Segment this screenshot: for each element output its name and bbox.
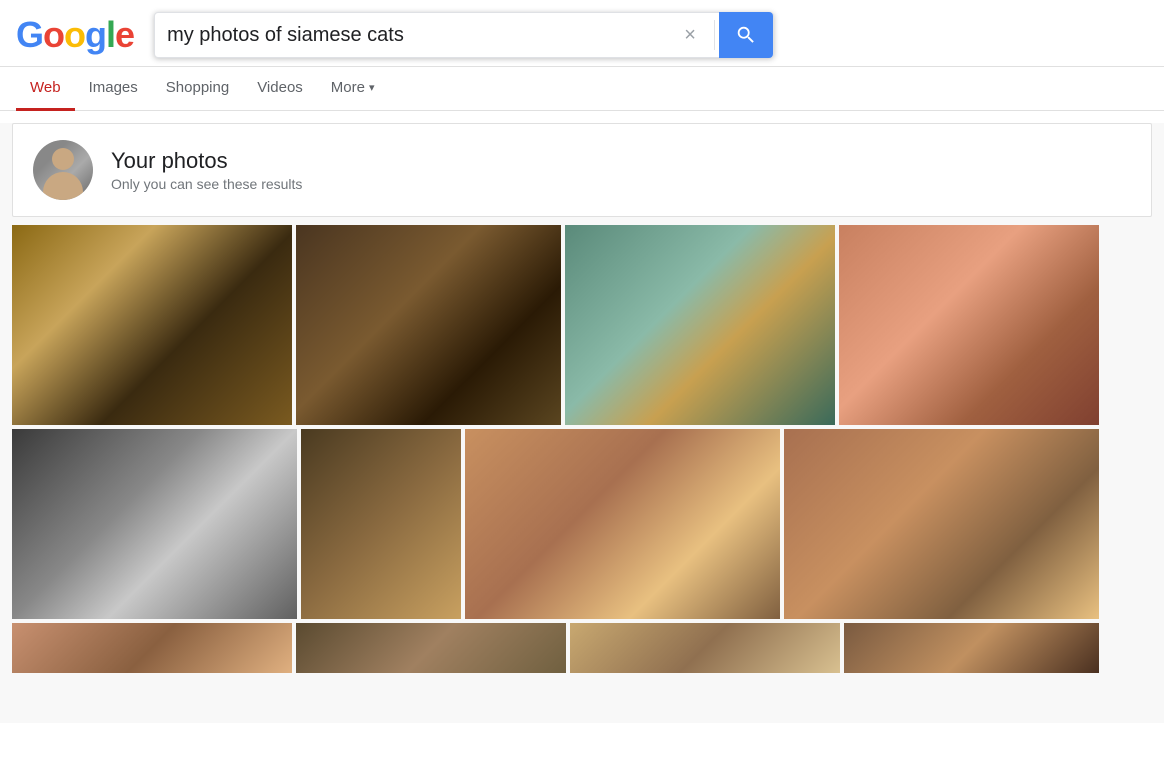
header: Google × <box>0 0 1164 67</box>
photo-4-placeholder <box>839 225 1099 425</box>
photo-6-placeholder <box>301 429 461 619</box>
photo-4[interactable] <box>839 225 1099 425</box>
tab-images-label: Images <box>89 79 138 96</box>
photo-9[interactable] <box>12 623 292 673</box>
tab-web[interactable]: Web <box>16 67 75 111</box>
your-photos-banner: Your photos Only you can see these resul… <box>12 123 1152 217</box>
photo-3-placeholder <box>565 225 835 425</box>
google-logo: Google <box>16 14 134 56</box>
search-button[interactable] <box>719 12 773 58</box>
tab-images[interactable]: Images <box>75 67 152 111</box>
photo-10-placeholder <box>296 623 566 673</box>
photo-3[interactable] <box>565 225 835 425</box>
photo-row-1 <box>12 225 1152 425</box>
avatar <box>33 140 93 200</box>
your-photos-title: Your photos <box>111 148 302 174</box>
tab-more-label: More <box>331 79 365 96</box>
clear-search-button[interactable]: × <box>670 24 710 47</box>
logo-g2: g <box>85 14 106 55</box>
logo-e: e <box>115 14 134 55</box>
search-bar: × <box>154 12 774 58</box>
photo-5-placeholder <box>12 429 297 619</box>
photo-row-3 <box>12 623 1152 673</box>
avatar-image <box>33 140 93 200</box>
tab-shopping-label: Shopping <box>166 79 229 96</box>
tab-shopping[interactable]: Shopping <box>152 67 243 111</box>
photo-12[interactable] <box>844 623 1099 673</box>
photo-11-placeholder <box>570 623 840 673</box>
tab-web-label: Web <box>30 79 61 96</box>
logo-l: l <box>106 14 115 55</box>
tab-more[interactable]: More ▾ <box>317 67 389 111</box>
tab-videos-label: Videos <box>257 79 303 96</box>
your-photos-subtitle: Only you can see these results <box>111 176 302 192</box>
photo-2[interactable] <box>296 225 561 425</box>
logo-o2: o <box>64 14 85 55</box>
close-icon: × <box>684 24 696 47</box>
search-input[interactable] <box>155 24 670 47</box>
photo-1[interactable] <box>12 225 292 425</box>
photo-grid <box>12 225 1152 673</box>
your-photos-text: Your photos Only you can see these resul… <box>111 148 302 192</box>
photo-row-2 <box>12 429 1152 619</box>
photo-2-placeholder <box>296 225 561 425</box>
photo-8[interactable] <box>784 429 1099 619</box>
photo-12-placeholder <box>844 623 1099 673</box>
logo-o1: o <box>43 14 64 55</box>
nav-tabs: Web Images Shopping Videos More ▾ <box>0 67 1164 111</box>
photo-7-placeholder <box>465 429 780 619</box>
photo-1-placeholder <box>12 225 292 425</box>
main-content: Your photos Only you can see these resul… <box>0 123 1164 723</box>
chevron-down-icon: ▾ <box>369 81 375 94</box>
photo-8-placeholder <box>784 429 1099 619</box>
search-divider <box>714 20 715 50</box>
tab-videos[interactable]: Videos <box>243 67 317 111</box>
search-icon <box>735 24 757 46</box>
photo-11[interactable] <box>570 623 840 673</box>
photo-9-placeholder <box>12 623 292 673</box>
photo-7[interactable] <box>465 429 780 619</box>
photo-5[interactable] <box>12 429 297 619</box>
photo-6[interactable] <box>301 429 461 619</box>
logo-g: G <box>16 14 43 55</box>
photo-10[interactable] <box>296 623 566 673</box>
